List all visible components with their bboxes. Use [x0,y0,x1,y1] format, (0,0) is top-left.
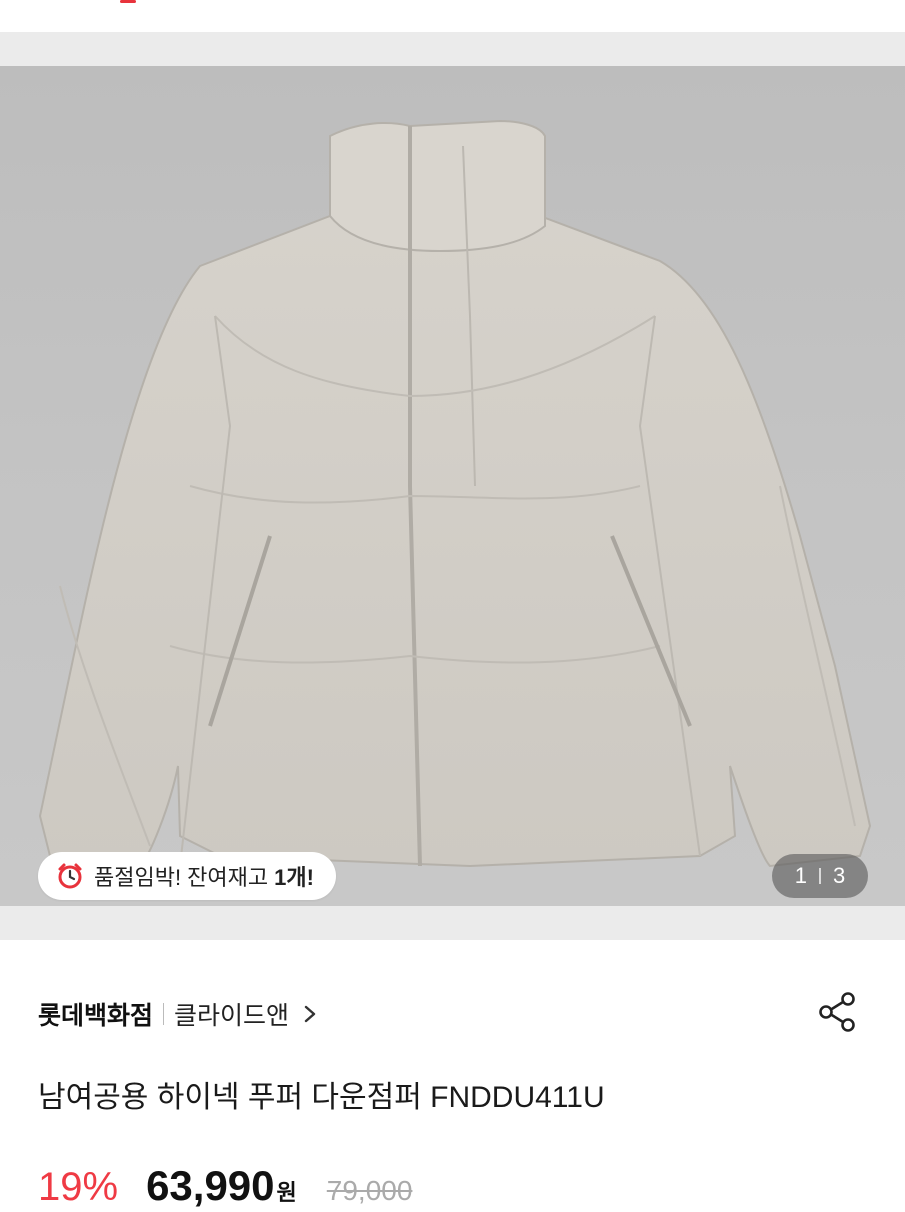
brand-breadcrumb[interactable]: 롯데백화점 클라이드앤 [38,996,317,1032]
jacket-illustration [38,119,872,868]
price-row: 19% 63,990 원 79,000 [38,1162,412,1212]
chevron-right-icon[interactable] [303,1005,317,1023]
pager-current: 1 [794,863,807,888]
image-pager: 1 3 [772,854,868,898]
original-price: 79,000 [326,1175,413,1206]
pager-total: 3 [833,863,846,888]
discount-rate: 19% [38,1165,119,1209]
stock-alert-count: 1개! [274,865,314,890]
stock-alert-badge: 품절임박! 잔여재고 1개! [38,852,336,900]
top-bar [0,0,905,32]
sale-price: 63,990 [146,1162,275,1209]
product-photo[interactable] [0,66,905,906]
product-title: 남여공용 하이넥 푸퍼 다운점퍼 FNDDU411U [38,1081,605,1114]
top-accent-mark [120,0,136,3]
pager-divider [819,868,821,884]
share-icon[interactable] [816,990,860,1034]
brand-name[interactable]: 클라이드앤 [174,996,289,1032]
store-name[interactable]: 롯데백화점 [38,996,153,1032]
brand-divider [163,1003,165,1025]
price-unit: 원 [276,1180,297,1205]
stock-alert-text: 품절임박! 잔여재고 [94,865,269,890]
alarm-clock-icon [58,863,82,889]
